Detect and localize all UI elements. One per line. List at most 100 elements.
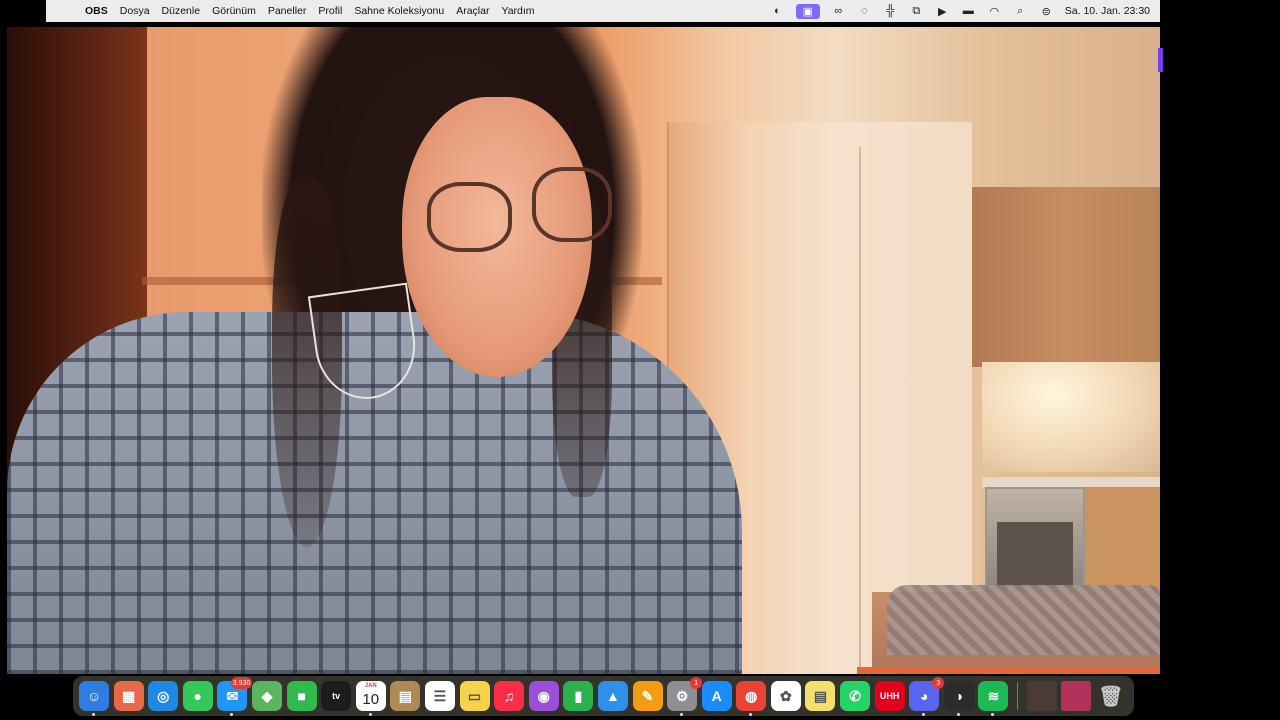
dock-glyph: ✎ — [641, 687, 654, 704]
finder-icon[interactable]: ☺ — [79, 681, 109, 716]
purple-edge-marker — [1158, 48, 1163, 72]
notification-badge: 3 — [932, 677, 945, 689]
whatsapp-icon[interactable]: ✆ — [840, 681, 871, 711]
dock-glyph: ☺ — [86, 688, 102, 704]
camera-preview — [7, 27, 1160, 674]
obs-app-icon[interactable]: ◑ — [943, 681, 974, 716]
pages-icon[interactable]: ✎ — [632, 681, 663, 711]
dock-glyph: ● — [193, 688, 203, 704]
window-thumbnail-icon[interactable] — [1026, 681, 1057, 711]
trash-icon[interactable]: 🗑 — [1096, 681, 1126, 711]
apple-tv-icon[interactable]: tv — [321, 681, 352, 711]
glasses-right-lens — [532, 167, 612, 242]
launchpad-icon[interactable]: ▦ — [113, 681, 144, 711]
facetime-icon[interactable]: ■ — [286, 681, 317, 711]
dock-glyph: ◑ — [954, 688, 964, 704]
dock-glyph: ✆ — [849, 687, 861, 704]
running-indicator — [991, 713, 995, 716]
menu-duzenle[interactable]: Düzenle — [162, 5, 201, 17]
calendar-day: 10 — [362, 690, 380, 708]
dock-glyph: ♫ — [503, 688, 515, 704]
menu-sahne-koleksiyonu[interactable]: Sahne Koleksiyonu — [354, 5, 444, 17]
messages-icon[interactable]: ● — [182, 681, 213, 711]
blanket — [887, 585, 1160, 655]
running-indicator — [956, 713, 960, 716]
notification-badge: 1 — [690, 677, 703, 689]
dock-separator — [1017, 682, 1019, 710]
running-indicator — [680, 713, 684, 716]
numbers-icon[interactable]: ▮ — [563, 681, 594, 711]
running-indicator — [230, 713, 234, 716]
music-icon[interactable]: ♫ — [494, 681, 525, 711]
mail-icon[interactable]: ✉ 3.936 — [217, 677, 253, 716]
creative-cloud-icon[interactable]: ∞ — [831, 4, 846, 18]
menu-araclar[interactable]: Araçlar — [456, 5, 489, 17]
running-indicator — [749, 713, 753, 716]
dock-glyph: ◉ — [537, 687, 550, 704]
menu-clock[interactable]: Sa. 10. Jan. 23:30 — [1065, 5, 1150, 17]
dock-glyph: ◕ — [920, 688, 929, 704]
dock-glyph: ◎ — [157, 687, 170, 704]
dock-glyph: ◍ — [745, 687, 758, 704]
menu-dosya[interactable]: Dosya — [120, 5, 150, 17]
menu-paneller[interactable]: Paneller — [268, 5, 307, 17]
kitchen-counter — [982, 477, 1160, 487]
dock-glyph: ◆ — [261, 687, 273, 704]
running-indicator — [368, 713, 372, 716]
app-store-icon[interactable]: A — [701, 681, 732, 711]
dock-glyph: ▲ — [605, 688, 620, 704]
reminders-icon[interactable]: ☰ — [424, 681, 455, 711]
glasses-left-lens — [427, 182, 512, 252]
dock-glyph: ■ — [297, 688, 306, 704]
oven-window — [997, 522, 1073, 587]
brown-app-icon[interactable]: ▤ — [390, 681, 421, 711]
uhh-icon[interactable]: UHH — [874, 681, 905, 711]
keynote-icon[interactable]: ▲ — [597, 681, 628, 711]
dock-glyph: ▦ — [121, 687, 136, 704]
dock-glyph: ⚙ — [675, 687, 689, 704]
dock-glyph: ▤ — [398, 687, 412, 704]
settings-icon[interactable]: ⚙ 1 — [667, 677, 703, 716]
menu-bar: OBS Dosya Düzenle Görünüm Paneller Profi… — [46, 0, 1160, 22]
dock-glyph: tv — [332, 691, 341, 701]
obs-icon[interactable]: ▣ — [795, 3, 820, 19]
calendar-icon[interactable]: JAN 10 — [355, 681, 386, 716]
battery-icon[interactable]: ▬ — [961, 4, 976, 18]
dock-glyph: ≋ — [987, 687, 1000, 704]
spotify-icon[interactable]: ≋ — [978, 681, 1009, 716]
chatgpt-icon[interactable]: ✿ — [770, 681, 801, 711]
window-icon[interactable]: ⧉ — [909, 4, 924, 18]
dock-glyph: A — [711, 688, 722, 704]
airpods-icon[interactable]: ╬ — [883, 4, 898, 18]
control-center-icon[interactable]: ⊜ — [1039, 4, 1054, 18]
menu-profil[interactable]: Profil — [318, 5, 342, 17]
bed-frame — [857, 667, 1160, 674]
notification-badge: 3.936 — [230, 677, 253, 689]
window-thumbnail-icon[interactable] — [1061, 681, 1092, 711]
running-indicator — [922, 713, 926, 716]
calendar-month: JAN — [364, 683, 377, 689]
screen-share-icon[interactable]: ◐ — [770, 4, 785, 18]
dock: ☺ ▦ ◎ ● ✉ 3.936 ◆ ■ tv JAN 10 ▤ ☰ ▭ ♫ ◉ ▮ ▲ ✎ ⚙ 1 A ◍ ✿ ▤ ✆ UHH ◕ 3 ◑… — [73, 676, 1134, 716]
discord-icon[interactable]: ◕ 3 — [909, 677, 945, 716]
dock-glyph: ☰ — [433, 687, 447, 704]
safari-icon[interactable]: ◎ — [148, 681, 179, 711]
notes-icon[interactable]: ▭ — [459, 681, 490, 711]
stickies-icon[interactable]: ▤ — [805, 681, 836, 711]
kitchen-cabinets — [972, 187, 1160, 367]
menu-yardim[interactable]: Yardım — [501, 5, 534, 17]
chrome-icon[interactable]: ◍ — [736, 681, 767, 716]
search-icon[interactable]: ⌕ — [1013, 4, 1028, 18]
menu-app-name[interactable]: OBS — [85, 5, 108, 17]
running-indicator — [92, 713, 95, 716]
podcasts-icon[interactable]: ◉ — [528, 681, 559, 711]
wifi-extra-icon[interactable]: ◌ — [857, 4, 872, 18]
wifi-icon[interactable]: ◠ — [987, 4, 1002, 18]
play-icon[interactable]: ▶ — [935, 4, 950, 18]
wardrobe-door-gap — [859, 147, 861, 667]
dock-glyph: ▤ — [813, 687, 828, 704]
dock-glyph: ▮ — [574, 687, 583, 704]
dock-glyph: ▭ — [467, 687, 482, 704]
menu-gorunum[interactable]: Görünüm — [212, 5, 256, 17]
maps-icon[interactable]: ◆ — [251, 681, 282, 711]
